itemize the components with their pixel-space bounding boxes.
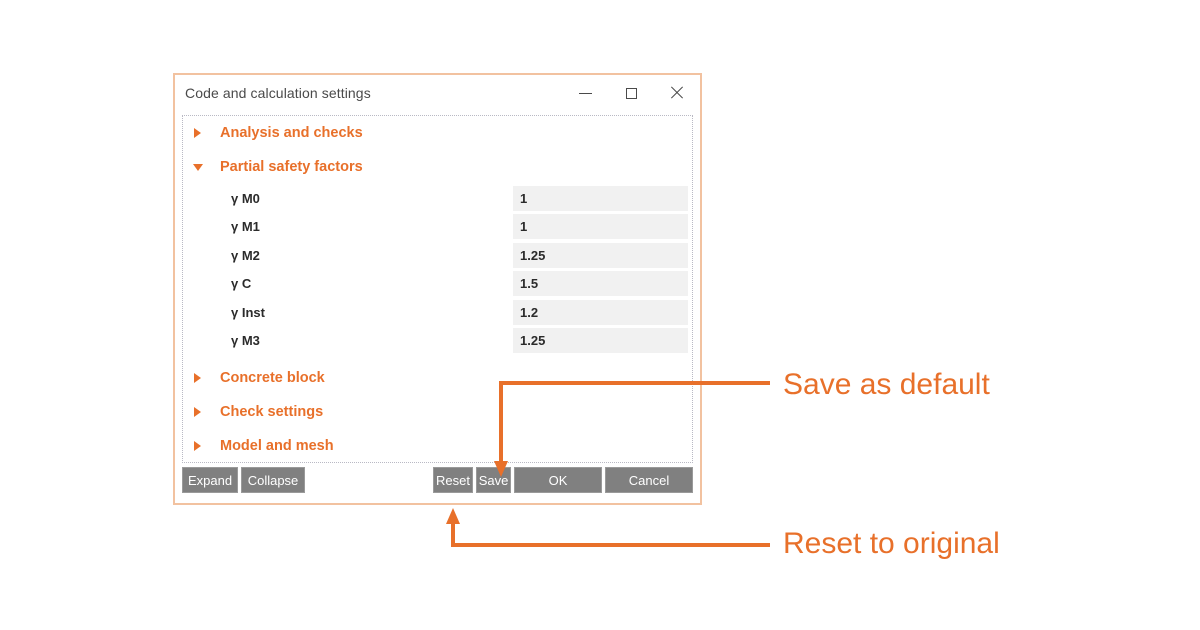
close-icon: [670, 86, 684, 100]
group-label: Concrete block: [220, 370, 325, 386]
expand-button[interactable]: Expand: [182, 467, 238, 493]
minimize-icon: [578, 92, 592, 94]
param-label: γ Inst: [231, 304, 265, 320]
group-header-check-settings[interactable]: Check settings: [183, 395, 692, 429]
group-header-analysis-and-checks[interactable]: Analysis and checks: [183, 116, 692, 150]
maximize-icon: [625, 87, 637, 99]
group-header-partial-safety-factors[interactable]: Partial safety factors: [183, 150, 692, 184]
param-value-input[interactable]: 1: [513, 214, 688, 240]
close-button[interactable]: [654, 75, 700, 111]
collapse-button[interactable]: Collapse: [241, 467, 305, 493]
callout-reset-to-original: [446, 508, 770, 547]
dialog-title: Code and calculation settings: [185, 85, 371, 101]
param-value-input[interactable]: 1.2: [513, 299, 688, 325]
ok-button[interactable]: OK: [514, 467, 602, 493]
param-label: γ M3: [231, 333, 260, 349]
annotation-reset-to-original: Reset to original: [783, 527, 1000, 560]
table-row: γ C 1.5: [183, 270, 692, 299]
param-value-input[interactable]: 1: [513, 185, 688, 211]
table-row: γ M1 1: [183, 213, 692, 242]
group-header-model-and-mesh[interactable]: Model and mesh: [183, 429, 692, 462]
save-button[interactable]: Save: [476, 467, 511, 493]
group-label: Partial safety factors: [220, 159, 363, 175]
chevron-right-icon[interactable]: [194, 407, 201, 417]
table-row: γ M3 1.25: [183, 327, 692, 356]
group-label: Model and mesh: [220, 438, 334, 454]
chevron-right-icon[interactable]: [194, 373, 201, 383]
group-header-concrete-block[interactable]: Concrete block: [183, 361, 692, 395]
cancel-button[interactable]: Cancel: [605, 467, 693, 493]
param-label: γ M2: [231, 247, 260, 263]
param-value-input[interactable]: 1.25: [513, 328, 688, 354]
group-label: Analysis and checks: [220, 125, 363, 141]
minimize-button[interactable]: [562, 75, 608, 111]
param-value-input[interactable]: 1.25: [513, 242, 688, 268]
annotation-save-as-default: Save as default: [783, 368, 990, 401]
table-row: γ Inst 1.2: [183, 298, 692, 327]
settings-panel[interactable]: Analysis and checks Partial safety facto…: [182, 115, 693, 463]
window-controls: [562, 75, 700, 111]
group-label: Check settings: [220, 404, 324, 420]
chevron-down-icon[interactable]: [193, 163, 203, 171]
dialog-footer: Expand Collapse Reset Save OK Cancel: [175, 463, 700, 503]
chevron-right-icon[interactable]: [194, 441, 201, 451]
chevron-right-icon[interactable]: [194, 128, 201, 138]
param-label: γ M0: [231, 190, 260, 206]
param-label: γ C: [231, 276, 252, 292]
dialog-title-bar: Code and calculation settings: [175, 75, 700, 111]
maximize-button[interactable]: [608, 75, 654, 111]
table-row: γ M2 1.25: [183, 241, 692, 270]
reset-button[interactable]: Reset: [433, 467, 473, 493]
param-label: γ M1: [231, 219, 260, 235]
settings-dialog: Code and calculation settings Analysis a…: [173, 73, 702, 505]
param-value-input[interactable]: 1.5: [513, 271, 688, 297]
table-row: γ M0 1: [183, 184, 692, 213]
